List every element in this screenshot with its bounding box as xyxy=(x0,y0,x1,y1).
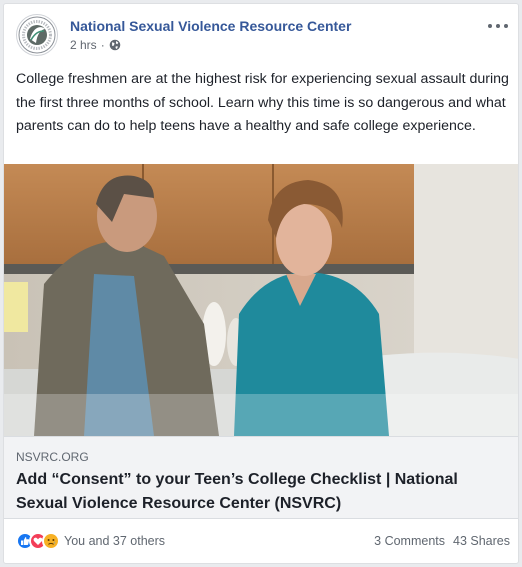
page-avatar[interactable] xyxy=(16,14,58,56)
post-text: College freshmen are at the highest risk… xyxy=(16,71,509,134)
post-meta: 2 hrs · xyxy=(70,38,121,52)
engagement-stats: 3 Comments 43 Shares xyxy=(374,534,510,548)
reaction-count: You and 37 others xyxy=(64,534,166,548)
globe-icon[interactable] xyxy=(109,39,121,51)
link-preview-image[interactable] xyxy=(4,164,518,436)
page-name-link[interactable]: National Sexual Violence Resource Center xyxy=(70,18,351,34)
more-options-icon[interactable] xyxy=(486,16,510,34)
post-footer: You and 37 others 3 Comments 43 Shares xyxy=(16,530,510,554)
meta-separator: · xyxy=(100,38,105,52)
link-domain: NSVRC.ORG xyxy=(16,450,89,464)
sad-icon xyxy=(42,532,60,550)
post-card: National Sexual Violence Resource Center… xyxy=(3,3,519,564)
preview-photo xyxy=(4,164,518,436)
link-preview[interactable]: NSVRC.ORG Add “Consent” to your Teen’s C… xyxy=(4,436,518,519)
post-header: National Sexual Violence Resource Center… xyxy=(16,14,510,58)
comments-count-link[interactable]: 3 Comments xyxy=(374,534,445,548)
nsvrc-logo-icon xyxy=(18,16,56,54)
link-title[interactable]: Add “Consent” to your Teen’s College Che… xyxy=(16,468,512,516)
shares-count-link[interactable]: 43 Shares xyxy=(453,534,510,548)
post-timestamp[interactable]: 2 hrs xyxy=(70,38,97,52)
reactions-summary[interactable]: You and 37 others xyxy=(16,532,165,550)
